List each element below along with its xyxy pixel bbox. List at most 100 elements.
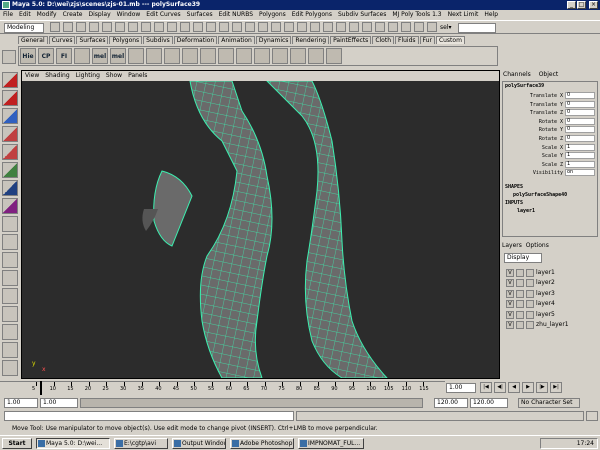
shelf-button-icon[interactable]: Hie [20,48,36,64]
playback-start-field[interactable]: 1.00 [40,398,78,408]
layer-visibility-toggle[interactable]: V [506,279,514,288]
shelf-button-icon[interactable] [290,48,306,64]
character-set-select[interactable]: No Character Set [518,398,580,408]
channel-row[interactable]: Visibility on [503,169,597,177]
menu-help[interactable]: Help [481,11,501,18]
statusline-tool-icon[interactable] [245,22,255,32]
tool-icon[interactable] [2,270,18,286]
statusline-tool-icon[interactable] [258,22,268,32]
layer-color-swatch[interactable] [526,321,534,329]
layer-visibility-toggle[interactable]: V [506,289,514,298]
shelf-tab-fluids[interactable]: Fluids [395,36,419,44]
statusline-tool-icon[interactable] [206,22,216,32]
tool-icon[interactable] [2,180,18,196]
statusline-tool-icon[interactable] [349,22,359,32]
viewport-menu-view[interactable]: View [22,72,42,79]
channel-row[interactable]: Scale Z1 [503,160,597,169]
menu-edit-polygons[interactable]: Edit Polygons [289,11,335,18]
taskbar-task[interactable]: IMPNOMAT_FUL... [298,438,364,449]
statusline-tool-icon[interactable] [63,22,73,32]
statusline-tool-icon[interactable] [128,22,138,32]
start-time-field[interactable]: 1.00 [4,398,38,408]
statusline-tool-icon[interactable] [167,22,177,32]
statusline-tool-icon[interactable] [141,22,151,32]
layer-visibility-toggle[interactable]: V [506,269,514,277]
shelf-tab-deformation[interactable]: Deformation [173,36,218,44]
channel-row[interactable]: Rotate Y0 [503,126,597,134]
shelf-button-icon[interactable] [254,48,270,64]
menu-create[interactable]: Create [60,11,86,18]
layer-color-swatch[interactable] [526,310,534,319]
channel-value[interactable]: 1 [565,143,595,151]
channel-value[interactable]: 0 [565,92,595,99]
menu-polygons[interactable]: Polygons [256,11,289,18]
taskbar-task[interactable]: E:\cgtp\avi [114,438,168,449]
statusline-tool-icon[interactable] [219,22,229,32]
tool-icon[interactable] [2,252,18,268]
playback-button-icon[interactable]: ▶ [522,382,534,393]
tool-icon[interactable] [2,360,18,376]
tool-icon[interactable] [2,306,18,322]
statusline-tool-icon[interactable] [76,22,86,32]
menu-surfaces[interactable]: Surfaces [184,11,216,18]
shelf-tab-curves[interactable]: Curves [48,36,76,44]
shelf-button-icon[interactable] [272,48,288,64]
shelf-button-icon[interactable] [218,48,234,64]
statusline-tool-icon[interactable] [180,22,190,32]
channel-value[interactable]: 0 [565,100,595,108]
shelf-button-icon[interactable]: FI [56,48,72,64]
shelf-tab-rendering[interactable]: Rendering [292,36,330,44]
statusline-tool-icon[interactable] [323,22,333,32]
shelf-button-icon[interactable] [128,48,144,64]
shelf-tab-surfaces[interactable]: Surfaces [76,36,109,44]
tool-icon[interactable] [2,342,18,358]
shelf-button-icon[interactable] [308,48,324,64]
statusline-tool-icon[interactable] [401,22,411,32]
statusline-tool-icon[interactable] [414,22,424,32]
statusline-tool-icon[interactable] [271,22,281,32]
statusline-tool-icon[interactable] [427,22,437,32]
layer-visibility-toggle[interactable]: V [506,321,514,329]
layer-row[interactable]: Vlayer1 [506,268,594,277]
layer-visibility-toggle[interactable]: V [506,300,514,309]
layers-menu[interactable]: Layers [502,242,522,249]
layer-row[interactable]: Vlayer3 [506,289,594,298]
shelf-tab-cloth[interactable]: Cloth [372,36,394,44]
tool-icon[interactable] [2,288,18,304]
tool-icon[interactable] [2,162,18,178]
playback-button-icon[interactable]: ◀| [494,382,506,393]
statusline-tool-icon[interactable] [362,22,372,32]
shelf-tab-custom[interactable]: Custom [435,36,465,44]
channel-value[interactable]: 0 [565,117,595,125]
layer-type-toggle[interactable] [516,289,524,298]
tool-icon[interactable] [2,90,18,106]
tool-icon[interactable] [2,324,18,340]
channel-row[interactable]: Translate Z0 [503,109,597,117]
taskbar-task[interactable]: Adobe Photoshop [230,438,294,449]
playback-button-icon[interactable]: |▶ [536,382,548,393]
tool-icon[interactable] [2,216,18,232]
layer-type-toggle[interactable] [516,269,524,277]
channel-row[interactable]: Scale X1 [503,143,597,152]
channel-row[interactable]: Translate X0 [503,92,597,100]
statusline-tool-icon[interactable] [193,22,203,32]
tool-icon[interactable] [2,198,18,214]
channel-value[interactable]: 1 [565,160,595,168]
playback-button-icon[interactable]: |◀ [480,382,492,393]
viewport-menu-lighting[interactable]: Lighting [73,72,103,79]
statusline-tool-icon[interactable] [50,22,60,32]
tool-icon[interactable] [2,234,18,250]
shelf-tab-general[interactable]: General [18,36,48,44]
shape-name[interactable]: polySurfaceShape40 [513,192,567,198]
menu-display[interactable]: Display [86,11,114,18]
statusline-tool-icon[interactable] [154,22,164,32]
tool-icon[interactable] [2,126,18,142]
statusline-tool-icon[interactable] [297,22,307,32]
viewport-menu-panels[interactable]: Panels [125,72,150,79]
shelf-button-icon[interactable] [326,48,342,64]
options-menu[interactable]: Options [526,242,549,249]
start-button[interactable]: Start [2,438,32,449]
tool-icon[interactable] [2,108,18,124]
menu-subdiv-surfaces[interactable]: Subdiv Surfaces [335,11,389,18]
shelf-tab-polygons[interactable]: Polygons [109,36,143,44]
